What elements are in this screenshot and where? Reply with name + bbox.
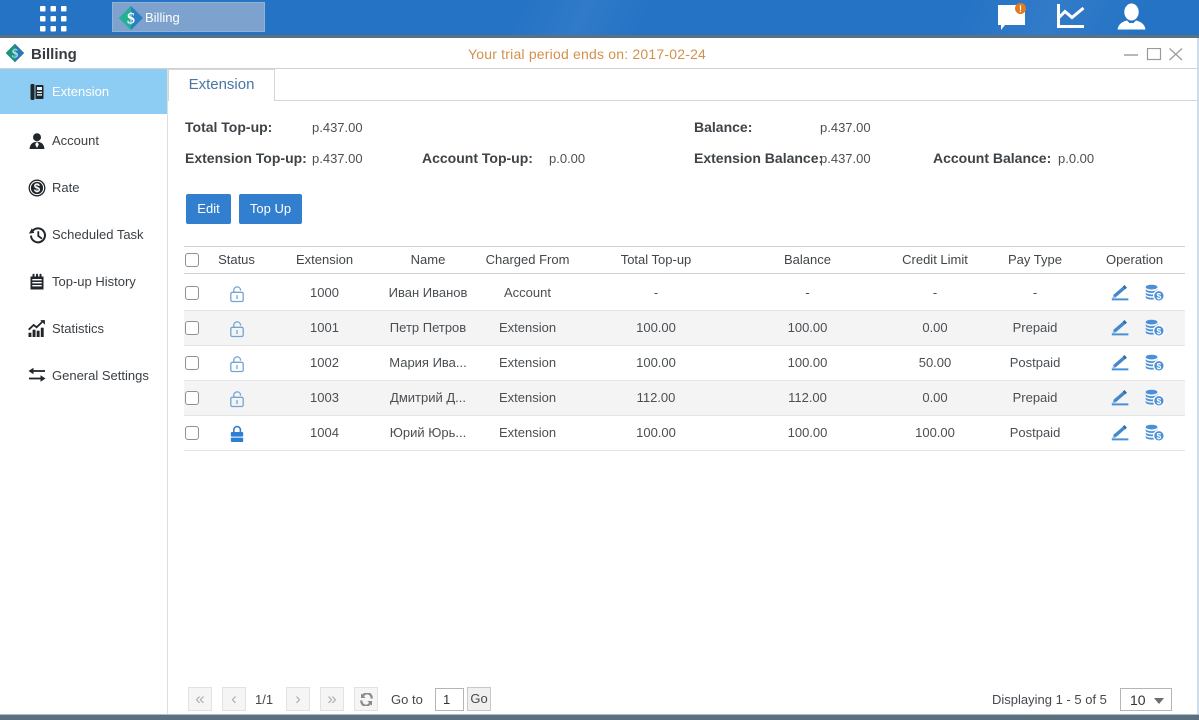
svg-text:$: $ <box>1157 291 1162 301</box>
svg-text:$: $ <box>1157 361 1162 371</box>
svg-text:$: $ <box>1157 396 1162 406</box>
svg-text:!: ! <box>1019 4 1022 14</box>
svg-text:$: $ <box>1157 326 1162 336</box>
svg-text:$: $ <box>34 183 41 195</box>
svg-text:$: $ <box>1157 431 1162 441</box>
svg-text:$: $ <box>127 11 135 28</box>
svg-text:$: $ <box>12 46 19 61</box>
